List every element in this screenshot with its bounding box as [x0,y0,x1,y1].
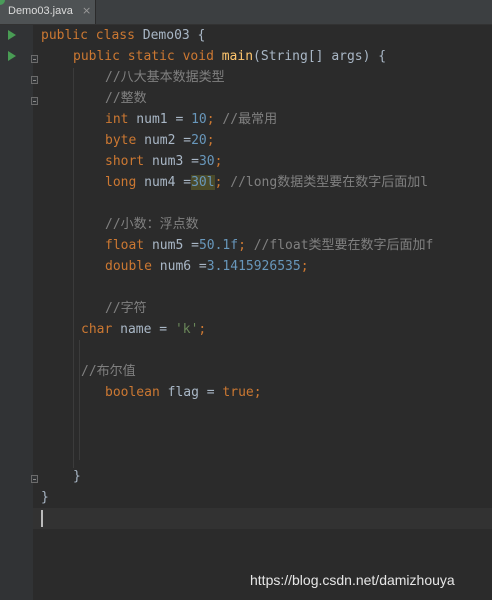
type-keyword: short [105,154,145,169]
tab-label: Demo03.java [8,5,73,17]
var-decl: num5 = [144,238,199,253]
var-decl: num4 = [136,175,192,190]
boolean-literal: true [222,385,254,400]
closing-brace: } [73,469,81,484]
code-line-class-decl: public class Demo03 { [41,25,205,46]
comment: //最常用 [222,112,278,127]
semicolon: ; [206,133,215,148]
run-icon[interactable] [8,51,16,61]
keyword: class [95,28,135,43]
comment: //float类型要在数字后面加f [253,238,434,253]
comment-line: //整数 [105,91,147,106]
number-literal: 30l [191,175,215,190]
comment-line: //八大基本数据类型 [105,70,225,85]
code-line-int: int num1 = 10; //最常用 [105,109,277,130]
code-line-byte: byte num2 =20; [105,130,215,151]
code-line-short: short num3 =30; [105,151,222,172]
class-name: Demo03 [142,28,190,43]
close-icon[interactable]: × [82,4,91,17]
number-literal: 20 [191,133,207,148]
number-literal: 10 [191,112,207,127]
comment: //long数据类型要在数字后面加l [230,175,429,190]
keyword: static [127,49,175,64]
semicolon: ; [238,238,254,253]
semicolon: ; [214,175,231,190]
var-decl: name = [112,322,175,337]
comment-line: //布尔值 [81,364,136,379]
semicolon: ; [300,259,309,274]
editor-tab-bar: Demo03.java × [0,0,492,25]
var-decl: flag = [159,385,223,400]
semicolon: ; [214,154,223,169]
editor-gutter [0,25,33,600]
number-literal: 30 [198,154,215,169]
closing-brace: } [41,490,49,505]
var-decl: num3 = [144,154,199,169]
var-decl: num2 = [136,133,192,148]
code-line-double: double num6 =3.1415926535; [105,256,309,277]
semicolon: ; [206,112,223,127]
type-keyword: long [105,175,137,190]
type-keyword: float [105,238,145,253]
watermark: https://blog.csdn.net/damizhouya [250,572,455,588]
var-decl: num6 = [151,259,207,274]
comment-line: //字符 [105,301,147,316]
type-keyword: boolean [105,385,160,400]
params: (String[] args) { [253,49,387,64]
run-icon[interactable] [8,30,16,40]
code-line-long: long num4 =30l; //long数据类型要在数字后面加l [105,172,428,193]
type-keyword: byte [105,133,137,148]
code-line-float: float num5 =50.1f; //float类型要在数字后面加f [105,235,433,256]
number-literal: 3.1415926535 [206,259,301,274]
keyword: public [41,28,88,43]
code-line-main-decl: public static void main(String[] args) { [73,46,386,67]
semicolon: ; [253,385,262,400]
code-line-boolean: boolean flag = true; [105,382,262,403]
tab-demo03-java[interactable]: Demo03.java × [0,0,96,24]
var-decl: num1 = [128,112,192,127]
keyword: void [182,49,214,64]
type-keyword: int [105,112,129,127]
java-file-icon [0,0,5,5]
method-name: main [221,49,254,64]
type-keyword: char [81,322,113,337]
semicolon: ; [198,322,207,337]
code-line-char: char name = 'k'; [81,319,206,340]
keyword: public [73,49,120,64]
comment-line: //小数：浮点数 [105,217,199,232]
char-literal: 'k' [174,322,199,337]
brace: { [189,28,206,43]
type-keyword: double [105,259,152,274]
number-literal: 50.1f [198,238,239,253]
